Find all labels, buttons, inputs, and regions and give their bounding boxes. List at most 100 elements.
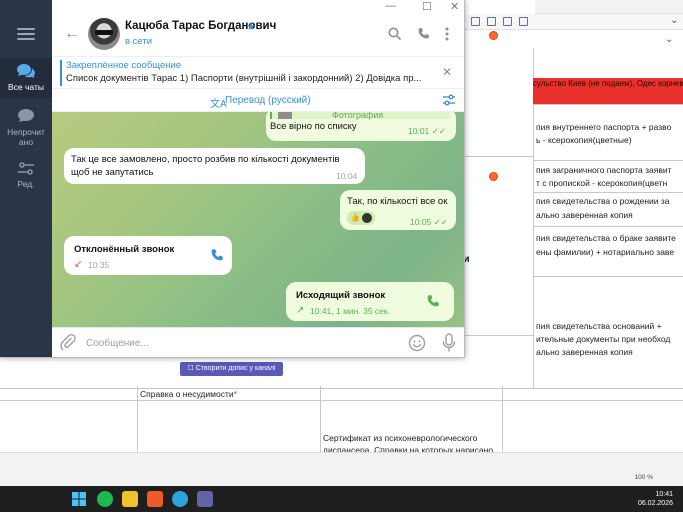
unread-chat-icon xyxy=(18,109,34,122)
grid-line xyxy=(533,226,683,227)
sheet-statusbar: 100 % xyxy=(0,452,683,486)
phone-call-icon[interactable] xyxy=(426,294,440,308)
call-time: 10:35 xyxy=(88,260,110,270)
sheet-cell: пия заграничного паспорта заявит xyxy=(536,165,672,175)
windows-start-icon[interactable] xyxy=(72,492,86,506)
sheet-cell: пия свидетельства о браке заявите xyxy=(536,233,676,243)
create-channel-post-label: Створити допис у каналі xyxy=(195,365,276,372)
grid-line xyxy=(465,335,533,336)
whatsapp-icon[interactable] xyxy=(97,491,113,507)
grid-icon[interactable] xyxy=(487,17,496,26)
close-icon[interactable]: ✕ xyxy=(442,65,452,79)
online-status: в сети xyxy=(125,36,153,47)
sheet-cell: Сертификат из психоневрологического xyxy=(323,433,478,443)
telegram-window: Все чаты Непрочитано Ред. — ☐ ✕ ← Кацюба… xyxy=(0,0,465,358)
message-bubble-incoming[interactable]: Так це все замовлено, просто розбив по к… xyxy=(64,148,365,184)
close-window-icon[interactable]: ✕ xyxy=(450,0,459,13)
message-text: Так це все замовлено, просто розбив по к… xyxy=(71,154,340,178)
message-time: 10:04 xyxy=(336,171,358,181)
edit-icon: ☐ xyxy=(187,365,196,372)
pinned-message-bar[interactable]: Закреплённое сообщение Список документів… xyxy=(52,56,464,88)
teams-icon[interactable] xyxy=(197,491,213,507)
star-badge-icon: ★ xyxy=(246,21,256,33)
message-bubble-outgoing[interactable]: Фотография Все вірно по списку 10:01 ✓✓ xyxy=(266,112,456,141)
grid-line xyxy=(465,156,533,157)
zoom-level[interactable]: 100 % xyxy=(635,474,653,481)
message-time: 10:05 ✓✓ xyxy=(410,217,448,227)
translate-label: Перевод (русский) xyxy=(225,95,311,106)
grid-icon[interactable] xyxy=(503,17,512,26)
folders-sidebar: Все чаты Непрочитано Ред. xyxy=(0,0,52,357)
message-bubble-outgoing[interactable]: Так, по кількості все ок 👍 10:05 ✓✓ xyxy=(340,190,456,230)
sliders-icon[interactable] xyxy=(442,94,456,106)
phone-call-icon[interactable] xyxy=(417,27,430,40)
call-message-missed[interactable]: Отклонённый звонок ↙ 10:35 xyxy=(64,236,232,275)
folder-edit[interactable]: Ред. xyxy=(0,162,52,192)
sheet-cell: т с пропиской - ксерокопия(цветн xyxy=(536,178,668,188)
sheet-cell: ально заверенная копия xyxy=(536,210,633,220)
clock-date: 06.02.2026 xyxy=(637,500,673,507)
grid-line xyxy=(0,400,683,401)
minimize-icon[interactable]: — xyxy=(385,0,396,12)
microphone-icon[interactable] xyxy=(442,333,456,353)
pinned-title: Закреплённое сообщение xyxy=(66,60,182,71)
table-icon[interactable] xyxy=(471,17,480,26)
grid-line xyxy=(0,388,683,389)
file-explorer-icon[interactable] xyxy=(122,491,138,507)
message-composer xyxy=(52,327,464,357)
telegram-icon[interactable] xyxy=(172,491,188,507)
call-message-outgoing[interactable]: Исходящий звонок ↗ 10:41, 1 мин. 35 сек. xyxy=(286,282,454,321)
comment-marker-icon[interactable] xyxy=(489,172,498,181)
brave-browser-icon[interactable] xyxy=(147,491,163,507)
clock-time: 10:41 xyxy=(655,491,673,498)
paperclip-icon[interactable] xyxy=(60,334,76,352)
message-text: Так, по кількості все ок xyxy=(347,196,448,207)
translate-bar[interactable]: 文A Перевод (русский) xyxy=(52,88,464,112)
reply-quote[interactable]: Фотография xyxy=(270,112,450,120)
chevron-down-icon[interactable]: ⌄ xyxy=(665,34,673,45)
pinned-text: Список документів Тарас 1) Паспорти (вну… xyxy=(66,73,422,84)
grid-icon[interactable] xyxy=(519,17,528,26)
phone-call-icon[interactable] xyxy=(210,248,224,262)
emoji-icon[interactable] xyxy=(408,334,426,352)
sliders-icon xyxy=(18,162,34,175)
chat-header: ← Кацюба Тарас Богданович ★ в сети xyxy=(52,14,464,56)
folder-unread[interactable]: Непрочитано xyxy=(0,108,52,150)
window-controls: — ☐ ✕ xyxy=(380,0,464,15)
chevron-down-icon[interactable]: ⌄ xyxy=(670,15,678,26)
windows-taskbar: 10:41 06.02.2026 xyxy=(0,486,683,512)
reactor-avatar xyxy=(362,213,372,223)
photo-thumbnail xyxy=(278,112,292,119)
more-vertical-icon[interactable] xyxy=(444,27,450,41)
reaction-badge[interactable]: 👍 xyxy=(347,211,375,225)
folder-all-chats[interactable]: Все чаты xyxy=(0,58,52,98)
sheet-cell: пия свидетельства оснований + xyxy=(536,321,662,331)
message-text: Все вірно по списку xyxy=(270,121,357,132)
hamburger-menu-icon[interactable] xyxy=(17,28,35,40)
outgoing-call-arrow-icon: ↗ xyxy=(296,305,305,316)
sheet-lower-rows: Справка о несудимости* Сертификат из пси… xyxy=(0,386,683,456)
sheet-cell: пия внутреннего паспорта + разво xyxy=(536,122,672,132)
sheet-red-header: сульство Киев (не подаем), Одес корневых… xyxy=(533,78,683,104)
sheet-cell: ь - ксерокопия(цветные) xyxy=(536,135,632,145)
sheet-cell: ительные документы при необход xyxy=(536,334,671,344)
missed-call-arrow-icon: ↙ xyxy=(74,259,83,270)
avatar[interactable] xyxy=(88,18,120,50)
search-icon[interactable] xyxy=(388,27,401,40)
maximize-icon[interactable]: ☐ xyxy=(422,0,432,13)
message-input[interactable] xyxy=(86,333,386,353)
call-title: Отклонённый звонок xyxy=(74,244,175,255)
call-title: Исходящий звонок xyxy=(296,290,386,301)
comment-marker-icon[interactable] xyxy=(489,31,498,40)
sheet-toolbar: ⌄ xyxy=(465,14,683,30)
taskbar-clock[interactable]: 10:41 06.02.2026 xyxy=(638,490,673,508)
grid-line xyxy=(502,386,503,456)
folder-label: Все чаты xyxy=(8,82,44,92)
sheet-titlebar xyxy=(535,0,683,14)
grid-line xyxy=(533,276,683,277)
create-channel-post-button[interactable]: ☐ Створити допис у каналі xyxy=(180,362,283,376)
sheet-cell: ально заверенная копия xyxy=(536,347,633,357)
grid-line xyxy=(320,386,321,456)
chat-messages-area[interactable]: Фотография Все вірно по списку 10:01 ✓✓ … xyxy=(52,112,464,327)
back-arrow-icon[interactable]: ← xyxy=(64,25,80,43)
